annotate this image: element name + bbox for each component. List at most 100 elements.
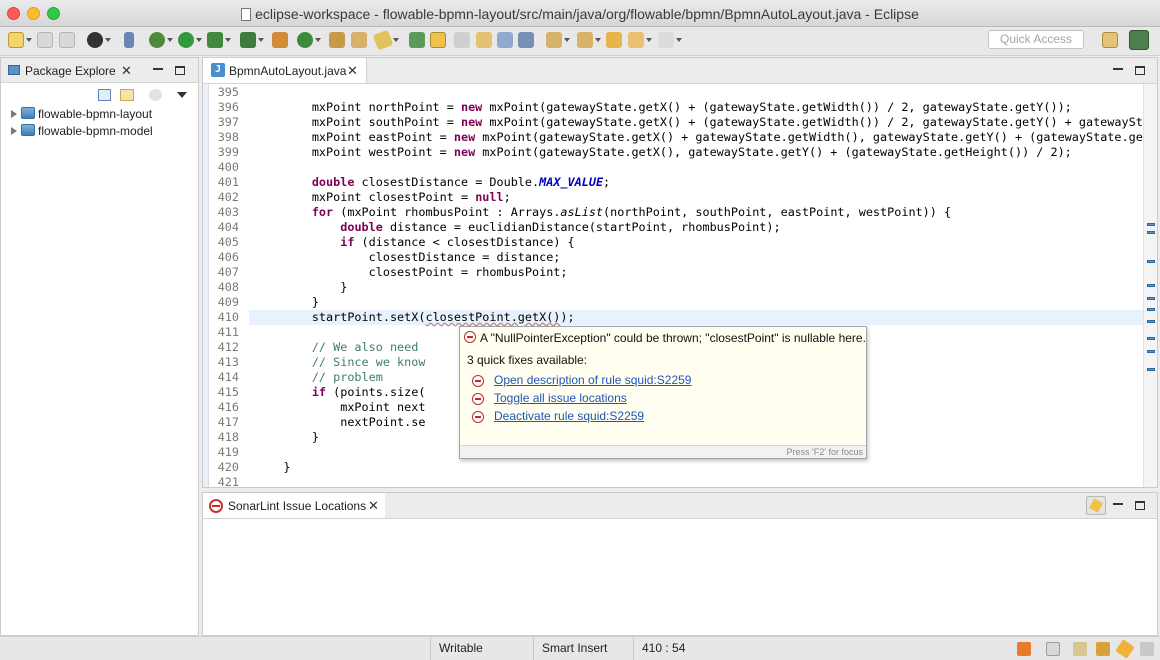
back-dropdown-icon[interactable] [646, 38, 652, 42]
sonarlint-icon [209, 499, 223, 513]
open-perspective-icon[interactable] [1102, 32, 1118, 48]
quick-fix-deactivate-rule-link[interactable]: Deactivate rule squid:S2259 [494, 409, 644, 423]
rss-icon[interactable] [1017, 642, 1031, 656]
occurrence-marker[interactable] [1147, 297, 1155, 300]
sonarlint-tab-label: SonarLint Issue Locations [228, 499, 367, 513]
link-with-editor-icon[interactable] [120, 89, 134, 101]
close-sonarlint-view-icon[interactable]: ✕ [368, 498, 379, 514]
external-tools-dropdown-icon[interactable] [258, 38, 264, 42]
occurrence-marker[interactable] [1147, 260, 1155, 263]
previous-annotation-icon[interactable] [577, 32, 593, 48]
paragraph-icon[interactable] [518, 32, 534, 48]
close-package-explorer-icon[interactable]: ✕ [121, 63, 132, 79]
project-name: flowable-bpmn-model [38, 124, 153, 138]
line-number: 402 [217, 190, 239, 204]
view-menu-icon[interactable] [177, 92, 187, 98]
sonarlint-tab[interactable]: SonarLint Issue Locations ✕ [203, 493, 385, 518]
skip-breakpoints-icon[interactable] [124, 32, 134, 48]
new-icon[interactable] [8, 32, 24, 48]
expand-icon[interactable] [11, 127, 17, 135]
new-dropdown-icon[interactable] [26, 38, 32, 42]
window-title-text: eclipse-workspace - flowable-bpmn-layout… [255, 6, 919, 22]
status-insert-mode[interactable]: Smart Insert [533, 637, 633, 660]
occurrence-marker[interactable] [1147, 368, 1155, 371]
occurrence-marker[interactable] [1147, 337, 1155, 340]
line-number: 414 [217, 370, 239, 384]
forward-icon[interactable] [658, 32, 674, 48]
show-whitespace-icon[interactable] [476, 32, 492, 48]
highlight-icon[interactable] [430, 32, 446, 48]
toggle-mark-occurrences-icon[interactable] [409, 32, 425, 48]
last-edit-location-icon[interactable] [606, 32, 622, 48]
wand-icon[interactable] [1115, 639, 1135, 659]
coverage-icon[interactable] [207, 32, 223, 48]
quick-access-field[interactable]: Quick Access [988, 30, 1084, 49]
book-icon[interactable] [1073, 642, 1087, 656]
maximize-view-icon[interactable] [175, 66, 185, 75]
sonarlint-issue-popup[interactable]: A "NullPointerException" could be thrown… [459, 326, 867, 459]
previous-annotation-dropdown-icon[interactable] [595, 38, 601, 42]
occurrence-marker[interactable] [1147, 231, 1155, 234]
new-class-dropdown-icon[interactable] [315, 38, 321, 42]
occurrence-marker[interactable] [1147, 350, 1155, 353]
main-toolbar: Quick Access [0, 27, 1160, 56]
debug-dropdown-icon[interactable] [167, 38, 173, 42]
line-number: 412 [217, 340, 239, 354]
minimize-editor-icon[interactable] [1113, 68, 1123, 70]
tip-of-day-icon[interactable] [1046, 642, 1060, 656]
toggle-block-selection-icon[interactable] [454, 32, 470, 48]
document-icon [241, 8, 252, 21]
tree-item-project[interactable]: flowable-bpmn-layout [11, 107, 152, 123]
open-resource-icon[interactable] [351, 32, 367, 48]
word-wrap-icon[interactable] [497, 32, 513, 48]
close-editor-icon[interactable]: ✕ [347, 63, 358, 79]
maximize-sonarlint-icon[interactable] [1135, 501, 1145, 510]
occurrence-marker[interactable] [1147, 308, 1155, 311]
save-all-icon[interactable] [59, 32, 75, 48]
minimize-view-icon[interactable] [153, 68, 163, 70]
issue-message: A "NullPointerException" could be thrown… [480, 331, 866, 345]
occurrence-marker[interactable] [1147, 223, 1155, 226]
run-dropdown-icon[interactable] [196, 38, 202, 42]
popup-footer: Press 'F2' for focus [460, 445, 866, 458]
coverage-dropdown-icon[interactable] [225, 38, 231, 42]
code-text: mxPoint westPoint = new mxPoint(gatewayS… [255, 145, 1072, 159]
open-type-icon[interactable] [329, 32, 345, 48]
package-explorer-view: Package Explore ✕ flowable-bpmn-layout f… [0, 57, 199, 636]
search-dropdown-icon[interactable] [393, 38, 399, 42]
new-java-package-icon[interactable] [272, 32, 288, 48]
run-icon[interactable] [178, 32, 194, 48]
collapse-all-icon[interactable] [98, 89, 111, 101]
forward-dropdown-icon[interactable] [676, 38, 682, 42]
java-perspective-icon[interactable] [1129, 30, 1149, 50]
editor-tab-bpmnautolayout[interactable]: J BpmnAutoLayout.java ✕ [203, 58, 367, 83]
next-annotation-icon[interactable] [546, 32, 562, 48]
code-text: closestDistance = distance; [255, 250, 561, 264]
package-explorer-tab[interactable]: Package Explore [25, 64, 116, 78]
debug-icon[interactable] [149, 32, 165, 48]
quick-fix-open-description-link[interactable]: Open description of rule squid:S2259 [494, 373, 691, 387]
next-annotation-dropdown-icon[interactable] [564, 38, 570, 42]
quick-fix-toggle-locations-link[interactable]: Toggle all issue locations [494, 391, 627, 405]
graduation-cap-icon[interactable] [1096, 642, 1110, 656]
highlight-toggle-button[interactable] [1086, 496, 1106, 515]
save-icon[interactable] [37, 32, 53, 48]
tree-item-project[interactable]: flowable-bpmn-model [11, 124, 153, 140]
minimize-sonarlint-icon[interactable] [1113, 503, 1123, 505]
profile-dropdown-icon[interactable] [105, 38, 111, 42]
overview-ruler[interactable] [1143, 84, 1157, 487]
new-java-class-icon[interactable] [297, 32, 313, 48]
external-tools-icon[interactable] [240, 32, 256, 48]
back-icon[interactable] [628, 32, 644, 48]
line-number: 417 [217, 415, 239, 429]
error-icon [464, 331, 476, 343]
more-icon[interactable] [1140, 642, 1154, 656]
expand-icon[interactable] [11, 110, 17, 118]
focus-on-active-task-icon[interactable] [149, 89, 162, 101]
occurrence-marker[interactable] [1147, 320, 1155, 323]
occurrence-marker[interactable] [1147, 284, 1155, 287]
window-title: eclipse-workspace - flowable-bpmn-layout… [0, 6, 1160, 22]
profile-icon[interactable] [87, 32, 103, 48]
search-icon[interactable] [372, 29, 394, 51]
maximize-editor-icon[interactable] [1135, 66, 1145, 75]
